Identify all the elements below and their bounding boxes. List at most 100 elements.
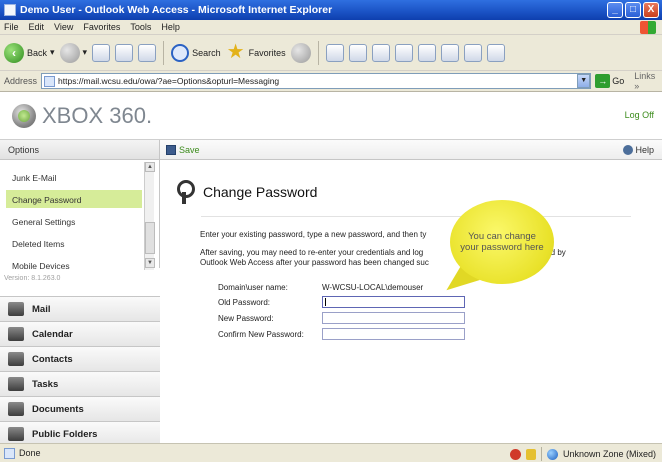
status-separator [540, 447, 542, 461]
status-text: Done [19, 448, 41, 458]
search-icon [171, 43, 190, 62]
brand-logo: XBOX 360. [12, 103, 152, 129]
maximize-button[interactable]: □ [625, 2, 641, 18]
nav-scrollbar[interactable]: ▲ ▼ [144, 162, 155, 270]
back-dropdown-icon[interactable]: ▾ [50, 47, 55, 58]
logoff-link[interactable]: Log Off [625, 110, 654, 120]
command-bar: Save Help [160, 140, 662, 160]
scroll-up-icon[interactable]: ▲ [145, 162, 155, 172]
extra-tool-icon[interactable] [486, 43, 505, 62]
window-title: Demo User - Outlook Web Access - Microso… [20, 4, 333, 16]
address-url: https://mail.wcsu.edu/owa/?ae=Options&op… [58, 76, 280, 86]
instructions-text: Enter your existing password, type a new… [200, 230, 427, 239]
discuss-icon[interactable] [417, 43, 436, 62]
page-icon [44, 75, 56, 87]
favorites-button[interactable]: ★ Favorites [226, 42, 286, 63]
search-label: Search [192, 47, 221, 58]
menu-help[interactable]: Help [161, 22, 180, 32]
confirm-password-field[interactable] [322, 328, 465, 340]
main-content: Change Password Enter your existing pass… [161, 160, 662, 443]
nav-item-junk-email[interactable]: Junk E-Mail [6, 168, 142, 186]
xbox-orb-icon [12, 103, 36, 128]
module-calendar[interactable]: Calendar [0, 321, 160, 346]
menu-tools[interactable]: Tools [130, 22, 151, 32]
forward-button[interactable]: ▾ [59, 42, 88, 63]
toolbar-separator [317, 40, 319, 65]
ie-app-icon [4, 4, 16, 16]
contacts-icon [8, 352, 24, 366]
nav-item-deleted-items[interactable]: Deleted Items [6, 234, 142, 252]
module-mail[interactable]: Mail [0, 296, 160, 321]
old-password-field[interactable] [322, 296, 465, 308]
module-label: Public Folders [32, 428, 98, 440]
edit-icon[interactable] [371, 43, 390, 62]
callout-bubble: You can change your password here [450, 200, 554, 284]
module-label: Contacts [32, 353, 73, 365]
key-icon [175, 180, 195, 204]
links-label: Links [634, 71, 656, 81]
close-button[interactable]: X [643, 2, 659, 18]
messenger-icon[interactable] [463, 43, 482, 62]
nav-item-general-settings[interactable]: General Settings [6, 212, 142, 230]
toolbar-separator [163, 40, 165, 65]
nav-item-change-password[interactable]: Change Password [6, 190, 142, 208]
print-icon[interactable] [348, 43, 367, 62]
back-label: Back [27, 47, 48, 58]
go-button[interactable]: → Go [595, 74, 624, 88]
research-icon[interactable] [440, 43, 459, 62]
domain-value: W-WCSU-LOCAL\demouser [322, 283, 424, 292]
search-button[interactable]: Search [171, 43, 221, 62]
links-button[interactable]: Links » [634, 71, 662, 91]
new-password-label: New Password: [218, 314, 274, 323]
page-header: Change Password [175, 180, 317, 204]
nav-item-mobile-devices[interactable]: Mobile Devices [6, 256, 142, 274]
browser-toolbar: ‹ Back ▾ ▾ Search ★ Favorites [0, 35, 662, 71]
back-button[interactable]: ‹ Back ▾ [4, 42, 55, 63]
scroll-thumb[interactable] [145, 222, 155, 254]
version-label: Version: 8.1.263.0 [4, 275, 61, 282]
module-label: Tasks [32, 378, 59, 390]
menu-file[interactable]: File [4, 22, 19, 32]
help-button[interactable]: Help [623, 145, 654, 155]
refresh-icon[interactable] [115, 43, 134, 62]
module-tasks[interactable]: Tasks [0, 371, 160, 396]
windows-logo-icon [640, 21, 656, 34]
options-header: Options [0, 140, 160, 160]
help-label: Help [635, 145, 654, 155]
go-arrow-icon: → [595, 74, 611, 88]
status-zone: Unknown Zone (Mixed) [509, 447, 656, 461]
menu-favorites[interactable]: Favorites [83, 22, 120, 32]
save-button[interactable]: Save [179, 145, 200, 155]
save-icon[interactable] [166, 144, 176, 155]
address-dropdown-icon[interactable]: ▼ [577, 74, 591, 88]
callout-text: You can change your password here [460, 231, 544, 253]
folder-icon[interactable] [394, 43, 413, 62]
favorites-label: Favorites [248, 47, 286, 58]
mail-tool-icon[interactable] [325, 43, 344, 62]
lock-icon [525, 448, 536, 460]
scroll-down-icon[interactable]: ▼ [145, 258, 155, 268]
module-contacts[interactable]: Contacts [0, 346, 160, 371]
address-input[interactable]: https://mail.wcsu.edu/owa/?ae=Options&op… [41, 73, 592, 89]
title-divider [201, 216, 631, 217]
minimize-button[interactable]: _ [607, 2, 623, 18]
tooltip-callout: You can change your password here [441, 200, 554, 303]
module-documents[interactable]: Documents [0, 396, 160, 421]
page-done-icon [4, 447, 15, 459]
menu-edit[interactable]: Edit [29, 22, 45, 32]
confirm-password-label: Confirm New Password: [218, 330, 304, 339]
note-text-line1: After saving, you may need to re-enter y… [200, 248, 424, 257]
domain-row: Domain\user name: [218, 283, 288, 292]
owa-header: XBOX 360. Log Off [0, 92, 662, 140]
stop-icon[interactable] [92, 43, 111, 62]
forward-dropdown-icon[interactable]: ▾ [83, 47, 88, 58]
module-label: Mail [32, 303, 51, 315]
options-nav-list: Junk E-Mail Change Password General Sett… [0, 160, 160, 271]
address-label: Address [4, 76, 38, 86]
new-password-field[interactable] [322, 312, 465, 324]
home-icon[interactable] [138, 43, 157, 62]
menu-view[interactable]: View [54, 22, 73, 32]
history-icon[interactable] [290, 42, 311, 63]
brand-text: XBOX 360. [42, 102, 153, 128]
address-bar: Address https://mail.wcsu.edu/owa/?ae=Op… [0, 71, 662, 92]
